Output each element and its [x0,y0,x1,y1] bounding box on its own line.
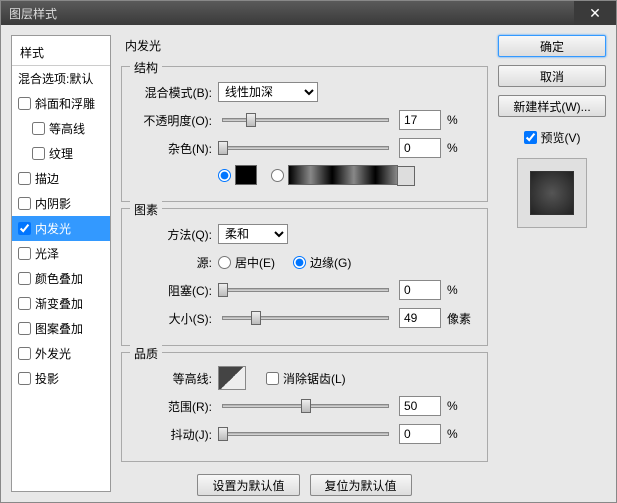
color-radio-solid[interactable] [218,165,257,185]
preview-swatch [530,171,574,215]
style-item-颜色叠加[interactable]: 颜色叠加 [12,266,110,291]
set-default-button[interactable]: 设置为默认值 [197,474,299,496]
opacity-label: 不透明度(O): [132,112,212,129]
style-item-内发光[interactable]: 内发光 [12,216,110,241]
range-input[interactable] [399,396,441,416]
antialias-checkbox[interactable]: 消除锯齿(L) [266,370,346,387]
style-item-描边[interactable]: 描边 [12,166,110,191]
contour-label: 等高线: [132,370,212,387]
dialog-title: 图层样式 [9,5,57,22]
styles-header: 样式 [12,40,110,66]
style-item-等高线[interactable]: 等高线 [12,116,110,141]
style-item-投影[interactable]: 投影 [12,366,110,391]
technique-select[interactable]: 柔和 [218,224,288,244]
ok-button[interactable]: 确定 [498,35,606,57]
style-item-渐变叠加[interactable]: 渐变叠加 [12,291,110,316]
choke-label: 阻塞(C): [132,282,212,299]
range-label: 范围(R): [132,398,212,415]
source-center-radio[interactable]: 居中(E) [218,254,275,271]
style-item-斜面和浮雕[interactable]: 斜面和浮雕 [12,91,110,116]
size-input[interactable] [399,308,441,328]
range-slider[interactable] [222,404,389,408]
color-swatch[interactable] [235,165,257,185]
opacity-slider[interactable] [222,118,389,122]
noise-label: 杂色(N): [132,140,212,157]
technique-label: 方法(Q): [132,226,212,243]
style-item-外发光[interactable]: 外发光 [12,341,110,366]
close-button[interactable]: ✕ [574,1,616,25]
blend-mode-label: 混合模式(B): [132,84,212,101]
jitter-input[interactable] [399,424,441,444]
cancel-button[interactable]: 取消 [498,65,606,87]
style-item-图案叠加[interactable]: 图案叠加 [12,316,110,341]
elements-group: 图素 方法(Q): 柔和 源: 居中(E) 边缘(G) 阻塞(C): % [121,208,488,346]
blend-mode-select[interactable]: 线性加深 [218,82,318,102]
preview-box [517,158,587,228]
settings-panel: 内发光 结构 混合模式(B): 线性加深 不透明度(O): % 杂色(N): [121,35,488,492]
color-radio-gradient[interactable] [271,165,398,185]
style-item-纹理[interactable]: 纹理 [12,141,110,166]
source-edge-radio[interactable]: 边缘(G) [293,254,351,271]
jitter-slider[interactable] [222,432,389,436]
noise-slider[interactable] [222,146,389,150]
size-label: 大小(S): [132,310,212,327]
choke-slider[interactable] [222,288,389,292]
style-item-光泽[interactable]: 光泽 [12,241,110,266]
choke-input[interactable] [399,280,441,300]
quality-group: 品质 等高线: 消除锯齿(L) 范围(R): % 抖动(J): % [121,352,488,462]
jitter-label: 抖动(J): [132,426,212,443]
structure-group: 结构 混合模式(B): 线性加深 不透明度(O): % 杂色(N): % [121,66,488,202]
source-label: 源: [132,254,212,271]
titlebar: 图层样式 ✕ [1,1,616,25]
blend-options-item[interactable]: 混合选项:默认 [12,66,110,91]
layer-style-dialog: 图层样式 ✕ 样式 混合选项:默认 斜面和浮雕等高线纹理描边内阴影内发光光泽颜色… [0,0,617,503]
style-item-内阴影[interactable]: 内阴影 [12,191,110,216]
action-panel: 确定 取消 新建样式(W)... 预览(V) [498,35,606,492]
gradient-swatch[interactable] [288,165,398,185]
new-style-button[interactable]: 新建样式(W)... [498,95,606,117]
opacity-input[interactable] [399,110,441,130]
contour-picker[interactable] [218,366,246,390]
noise-input[interactable] [399,138,441,158]
reset-default-button[interactable]: 复位为默认值 [310,474,412,496]
panel-title: 内发光 [121,35,488,60]
styles-list: 样式 混合选项:默认 斜面和浮雕等高线纹理描边内阴影内发光光泽颜色叠加渐变叠加图… [11,35,111,492]
size-slider[interactable] [222,316,389,320]
preview-checkbox[interactable]: 预览(V) [498,129,606,146]
